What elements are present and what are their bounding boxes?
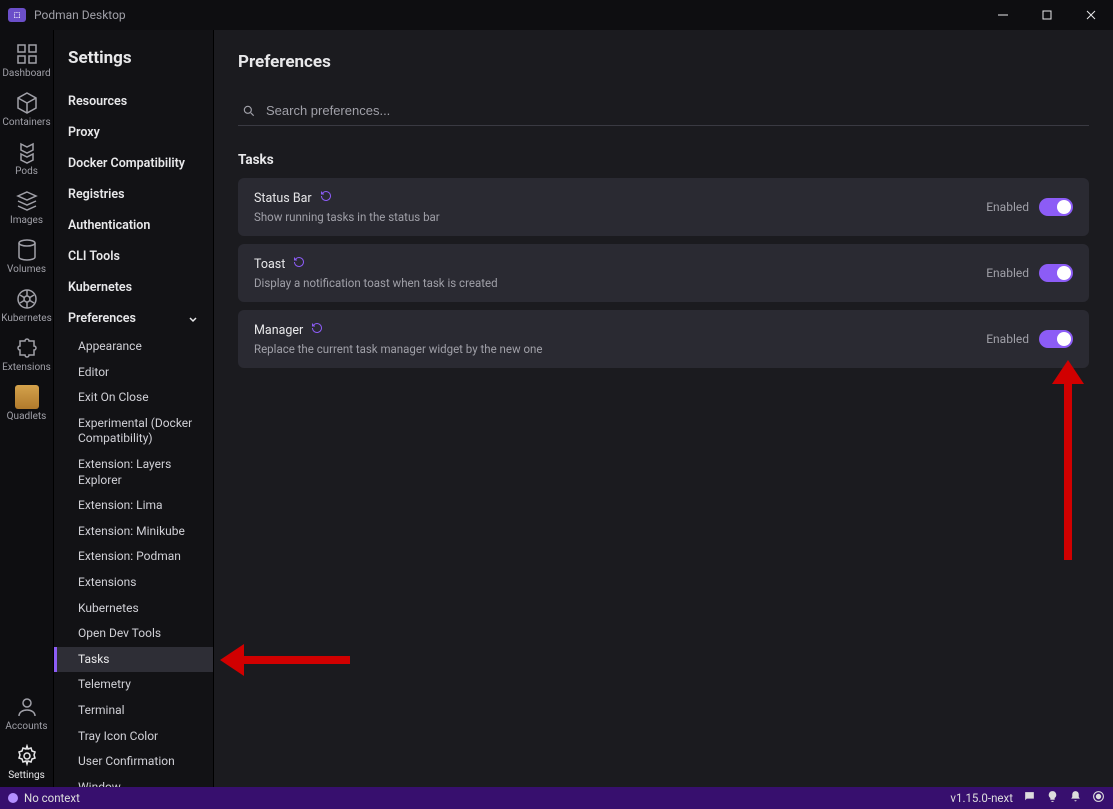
user-icon	[15, 695, 39, 719]
nav-settings[interactable]: Settings	[0, 738, 54, 787]
gear-icon	[15, 744, 39, 768]
pref-ext-layers-explorer[interactable]: Extension: Layers Explorer	[54, 452, 213, 493]
pref-row-title: Status Bar	[254, 191, 312, 206]
pref-ext-lima[interactable]: Extension: Lima	[54, 493, 213, 519]
context-indicator-icon	[8, 793, 18, 803]
activity-bar: Dashboard Containers Pods Images Volumes…	[0, 30, 54, 787]
nav-label: Extensions	[2, 362, 51, 373]
nav-accounts[interactable]: Accounts	[0, 689, 54, 738]
nav-label: Accounts	[5, 721, 47, 732]
search-icon	[242, 104, 256, 118]
app-logo-icon: ⬚	[8, 8, 26, 22]
nav-label: Volumes	[7, 264, 46, 275]
pref-exit-on-close[interactable]: Exit On Close	[54, 385, 213, 411]
pref-tasks[interactable]: Tasks	[54, 647, 213, 673]
nav-kubernetes[interactable]: Kubernetes	[0, 281, 54, 330]
search-input[interactable]	[264, 102, 1085, 119]
sidebar-title: Settings	[68, 48, 213, 68]
version-label: v1.15.0-next	[950, 791, 1013, 805]
dashboard-icon	[15, 42, 39, 66]
database-icon	[15, 238, 39, 262]
pref-row-desc: Replace the current task manager widget …	[254, 342, 986, 356]
nav-containers[interactable]: Containers	[0, 85, 54, 134]
sidebar-item-proxy[interactable]: Proxy	[54, 117, 213, 148]
pref-extensions[interactable]: Extensions	[54, 570, 213, 596]
nav-pods[interactable]: Pods	[0, 134, 54, 183]
pref-editor[interactable]: Editor	[54, 360, 213, 386]
search-bar	[238, 96, 1089, 126]
layers-icon	[15, 189, 39, 213]
nav-volumes[interactable]: Volumes	[0, 232, 54, 281]
pref-row-title: Manager	[254, 323, 303, 338]
bell-icon[interactable]	[1069, 790, 1082, 806]
nav-quadlets[interactable]: Quadlets	[0, 379, 54, 428]
toggle-state: Enabled	[986, 332, 1029, 346]
settings-sidebar: Settings Resources Proxy Docker Compatib…	[54, 30, 214, 787]
nav-images[interactable]: Images	[0, 183, 54, 232]
pref-appearance[interactable]: Appearance	[54, 334, 213, 360]
pref-experimental-docker[interactable]: Experimental (Docker Compatibility)	[54, 411, 213, 452]
section-heading: Tasks	[238, 152, 1089, 168]
nav-label: Settings	[8, 770, 45, 781]
sidebar-item-docker-compat[interactable]: Docker Compatibility	[54, 148, 213, 179]
pref-terminal[interactable]: Terminal	[54, 698, 213, 724]
page-title: Preferences	[238, 52, 1089, 72]
puzzle-icon	[15, 336, 39, 360]
sidebar-item-authentication[interactable]: Authentication	[54, 210, 213, 241]
helm-icon	[15, 287, 39, 311]
pref-row-desc: Show running tasks in the status bar	[254, 210, 986, 224]
toggle-switch[interactable]	[1039, 264, 1073, 282]
nav-label: Containers	[2, 117, 50, 128]
sidebar-item-kubernetes[interactable]: Kubernetes	[54, 272, 213, 303]
chevron-down-icon	[187, 313, 199, 325]
quadlets-icon	[15, 385, 39, 409]
main-content: Preferences Tasks Status Bar Show runnin…	[214, 30, 1113, 787]
toggle-switch[interactable]	[1039, 198, 1073, 216]
sidebar-item-registries[interactable]: Registries	[54, 179, 213, 210]
pref-row-desc: Display a notification toast when task i…	[254, 276, 986, 290]
reset-icon[interactable]	[320, 190, 332, 206]
status-bar: No context v1.15.0-next	[0, 787, 1113, 809]
nav-label: Kubernetes	[1, 313, 52, 324]
reset-icon[interactable]	[293, 256, 305, 272]
pref-kubernetes[interactable]: Kubernetes	[54, 596, 213, 622]
pref-ext-minikube[interactable]: Extension: Minikube	[54, 519, 213, 545]
window-maximize-button[interactable]	[1025, 0, 1069, 30]
window-minimize-button[interactable]	[981, 0, 1025, 30]
pref-row-status-bar: Status Bar Show running tasks in the sta…	[238, 178, 1089, 236]
pref-window[interactable]: Window	[54, 775, 213, 787]
reset-icon[interactable]	[311, 322, 323, 338]
cube-icon	[15, 91, 39, 115]
pref-row-title: Toast	[254, 257, 285, 272]
pref-open-dev-tools[interactable]: Open Dev Tools	[54, 621, 213, 647]
app-title: Podman Desktop	[34, 8, 126, 22]
pods-icon	[15, 140, 39, 164]
title-bar: ⬚ Podman Desktop	[0, 0, 1113, 30]
nav-label: Pods	[15, 166, 38, 177]
sidebar-item-preferences[interactable]: Preferences	[54, 303, 213, 334]
sidebar-item-resources[interactable]: Resources	[54, 86, 213, 117]
nav-extensions[interactable]: Extensions	[0, 330, 54, 379]
nav-label: Quadlets	[7, 411, 47, 422]
pref-row-toast: Toast Display a notification toast when …	[238, 244, 1089, 302]
tasks-icon[interactable]	[1092, 790, 1105, 806]
pref-ext-podman[interactable]: Extension: Podman	[54, 544, 213, 570]
feedback-icon[interactable]	[1023, 790, 1036, 806]
window-close-button[interactable]	[1069, 0, 1113, 30]
nav-label: Images	[10, 215, 43, 226]
toggle-state: Enabled	[986, 200, 1029, 214]
pref-row-manager: Manager Replace the current task manager…	[238, 310, 1089, 368]
toggle-state: Enabled	[986, 266, 1029, 280]
nav-dashboard[interactable]: Dashboard	[0, 36, 54, 85]
nav-label: Dashboard	[2, 68, 50, 79]
toggle-switch[interactable]	[1039, 330, 1073, 348]
pref-telemetry[interactable]: Telemetry	[54, 672, 213, 698]
bulb-icon[interactable]	[1046, 790, 1059, 806]
pref-tray-icon-color[interactable]: Tray Icon Color	[54, 724, 213, 750]
pref-user-confirmation[interactable]: User Confirmation	[54, 749, 213, 775]
kube-context[interactable]: No context	[24, 791, 80, 805]
window-controls	[981, 0, 1113, 30]
sidebar-item-cli-tools[interactable]: CLI Tools	[54, 241, 213, 272]
